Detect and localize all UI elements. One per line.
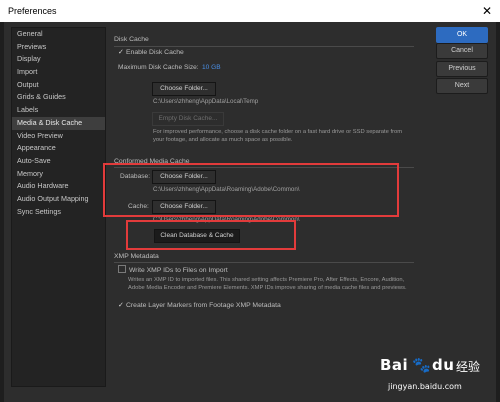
title-bar: Preferences ✕ [0, 0, 500, 22]
watermark-brand: Bai [380, 356, 409, 374]
disk-cache-path: C:\Users\zhheng\AppData\Local\Temp [153, 98, 259, 105]
close-icon[interactable]: ✕ [482, 0, 492, 22]
annotation-box-clean-button [126, 220, 296, 250]
max-cache-size-label: Maximum Disk Cache Size: [118, 64, 199, 71]
max-cache-size-value[interactable]: 10 GB [202, 64, 221, 71]
window-title: Preferences [8, 6, 57, 16]
checkbox-empty-icon [118, 265, 126, 273]
sidebar-item-auto-save[interactable]: Auto-Save [12, 155, 105, 168]
previous-button[interactable]: Previous [436, 61, 488, 77]
background-strip [496, 22, 500, 402]
sidebar-item-import[interactable]: Import [12, 66, 105, 79]
sidebar-item-appearance[interactable]: Appearance [12, 142, 105, 155]
sidebar-item-memory[interactable]: Memory [12, 168, 105, 181]
cancel-button[interactable]: Cancel [436, 43, 488, 59]
sidebar-item-audio-hardware[interactable]: Audio Hardware [12, 180, 105, 193]
empty-disk-cache-button[interactable]: Empty Disk Cache... [152, 112, 224, 126]
write-xmp-ids-checkbox[interactable]: Write XMP IDs to Files on Import [118, 265, 228, 274]
next-button[interactable]: Next [436, 78, 488, 94]
sidebar-item-audio-output-mapping[interactable]: Audio Output Mapping [12, 193, 105, 206]
paw-icon: 🐾 [412, 356, 432, 374]
sidebar-item-media-disk-cache[interactable]: Media & Disk Cache [12, 116, 105, 130]
enable-disk-cache-checkbox[interactable]: ✓ Enable Disk Cache [118, 48, 184, 56]
ok-button[interactable]: OK [436, 27, 488, 43]
watermark-brand-du: du [432, 356, 455, 374]
baidu-watermark: Bai 🐾 du 经验 jingyan.baidu.com [380, 356, 500, 402]
sidebar-item-general[interactable]: General [12, 28, 105, 41]
write-xmp-ids-note: Writes an XMP ID to imported files. This… [128, 277, 407, 291]
section-divider [114, 46, 414, 47]
sidebar-item-labels[interactable]: Labels [12, 104, 105, 117]
xmp-heading: XMP Metadata [114, 253, 159, 260]
annotation-box-conformed-cache [103, 163, 399, 217]
section-divider [114, 262, 414, 263]
disk-cache-note: For improved performance, choose a disk … [153, 129, 403, 143]
write-xmp-ids-label: Write XMP IDs to Files on Import [129, 267, 228, 274]
disk-cache-heading: Disk Cache [114, 36, 149, 43]
watermark-brand-jingyan: 经验 [456, 360, 481, 374]
sidebar-item-grids-guides[interactable]: Grids & Guides [12, 91, 105, 104]
disk-cache-choose-folder-button[interactable]: Choose Folder... [152, 82, 216, 96]
enable-disk-cache-label: Enable Disk Cache [126, 49, 184, 56]
sidebar-item-sync-settings[interactable]: Sync Settings [12, 206, 105, 219]
create-layer-markers-checkbox[interactable]: ✓ Create Layer Markers from Footage XMP M… [118, 301, 281, 309]
sidebar-item-previews[interactable]: Previews [12, 41, 105, 54]
watermark-url: jingyan.baidu.com [388, 382, 462, 391]
sidebar-item-output[interactable]: Output [12, 79, 105, 92]
create-layer-markers-label: Create Layer Markers from Footage XMP Me… [126, 302, 281, 309]
preferences-sidebar: General Previews Display Import Output G… [11, 27, 106, 387]
sidebar-item-video-preview[interactable]: Video Preview [12, 130, 105, 143]
checkmark-icon: ✓ [118, 49, 124, 56]
checkmark-icon: ✓ [118, 302, 124, 309]
sidebar-item-display[interactable]: Display [12, 53, 105, 66]
